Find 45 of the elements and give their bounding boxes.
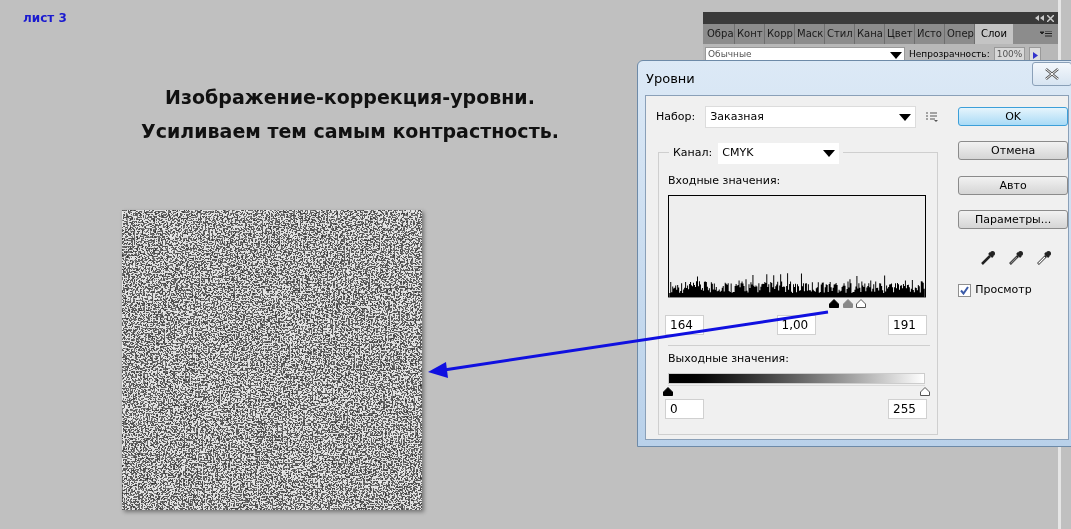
heading-line: Усиливаем тем самым контрастность. <box>141 119 559 144</box>
value-field[interactable]: 0 <box>665 399 704 419</box>
close-icon[interactable] <box>1047 14 1054 22</box>
panel-tab[interactable]: Маск <box>795 24 825 44</box>
channel-label: Канал: <box>673 145 713 162</box>
panel-tab[interactable]: Конт <box>735 24 765 44</box>
panel-tab[interactable]: Кана <box>855 24 885 44</box>
dropdown-arrow-icon <box>899 113 912 121</box>
dialog-button[interactable]: Параметры... <box>958 210 1068 229</box>
preset-dropdown[interactable]: Заказная <box>705 106 917 128</box>
dialog-button[interactable]: Отмена <box>958 141 1068 160</box>
dialog-button[interactable]: Авто <box>958 176 1068 195</box>
channel-dropdown[interactable]: CMYK <box>718 143 840 164</box>
output-levels-label: Выходные значения: <box>668 350 790 367</box>
preview-checkbox[interactable] <box>958 283 972 297</box>
panel-tab[interactable]: Слои <box>975 24 1013 44</box>
close-icon <box>1045 68 1059 80</box>
preset-label: Набор: <box>656 108 696 125</box>
eyedropper-icon[interactable] <box>980 250 997 266</box>
panel-tab[interactable]: Обра <box>705 24 735 44</box>
heading-line: Изображение-коррекция-уровни. <box>165 85 535 110</box>
value-field[interactable]: 255 <box>888 399 927 419</box>
dialog-title: Уровни <box>646 70 695 88</box>
play-arrow-icon <box>1032 51 1038 59</box>
dropdown-arrow-icon <box>890 51 902 59</box>
panel-tab[interactable]: Цвет <box>885 24 915 44</box>
collapse-icon[interactable] <box>1035 15 1044 21</box>
eyedropper-icon[interactable] <box>1036 250 1053 266</box>
input-levels-label: Входные значения: <box>668 173 782 189</box>
panel-tab[interactable]: Стил <box>825 24 855 44</box>
opacity-label: Непрозрачность: <box>909 48 990 62</box>
value-field[interactable]: 164 <box>665 314 704 335</box>
preview-label: Просмотр <box>975 282 1032 298</box>
level-handle[interactable] <box>663 387 673 396</box>
eyedropper-icon[interactable] <box>1008 250 1025 266</box>
menu-icon[interactable] <box>1040 31 1052 38</box>
checkmark-icon <box>960 285 970 295</box>
panel-tab[interactable]: Исто <box>915 24 945 44</box>
value-field[interactable]: 191 <box>888 314 927 335</box>
dropdown-arrow-icon <box>823 150 836 157</box>
level-handle[interactable] <box>920 387 930 396</box>
dialog-button[interactable]: OK <box>958 107 1068 126</box>
sheet-label: лист 3 <box>23 10 67 27</box>
close-button[interactable] <box>1032 62 1071 86</box>
panel-tab[interactable]: Корр <box>765 24 795 44</box>
